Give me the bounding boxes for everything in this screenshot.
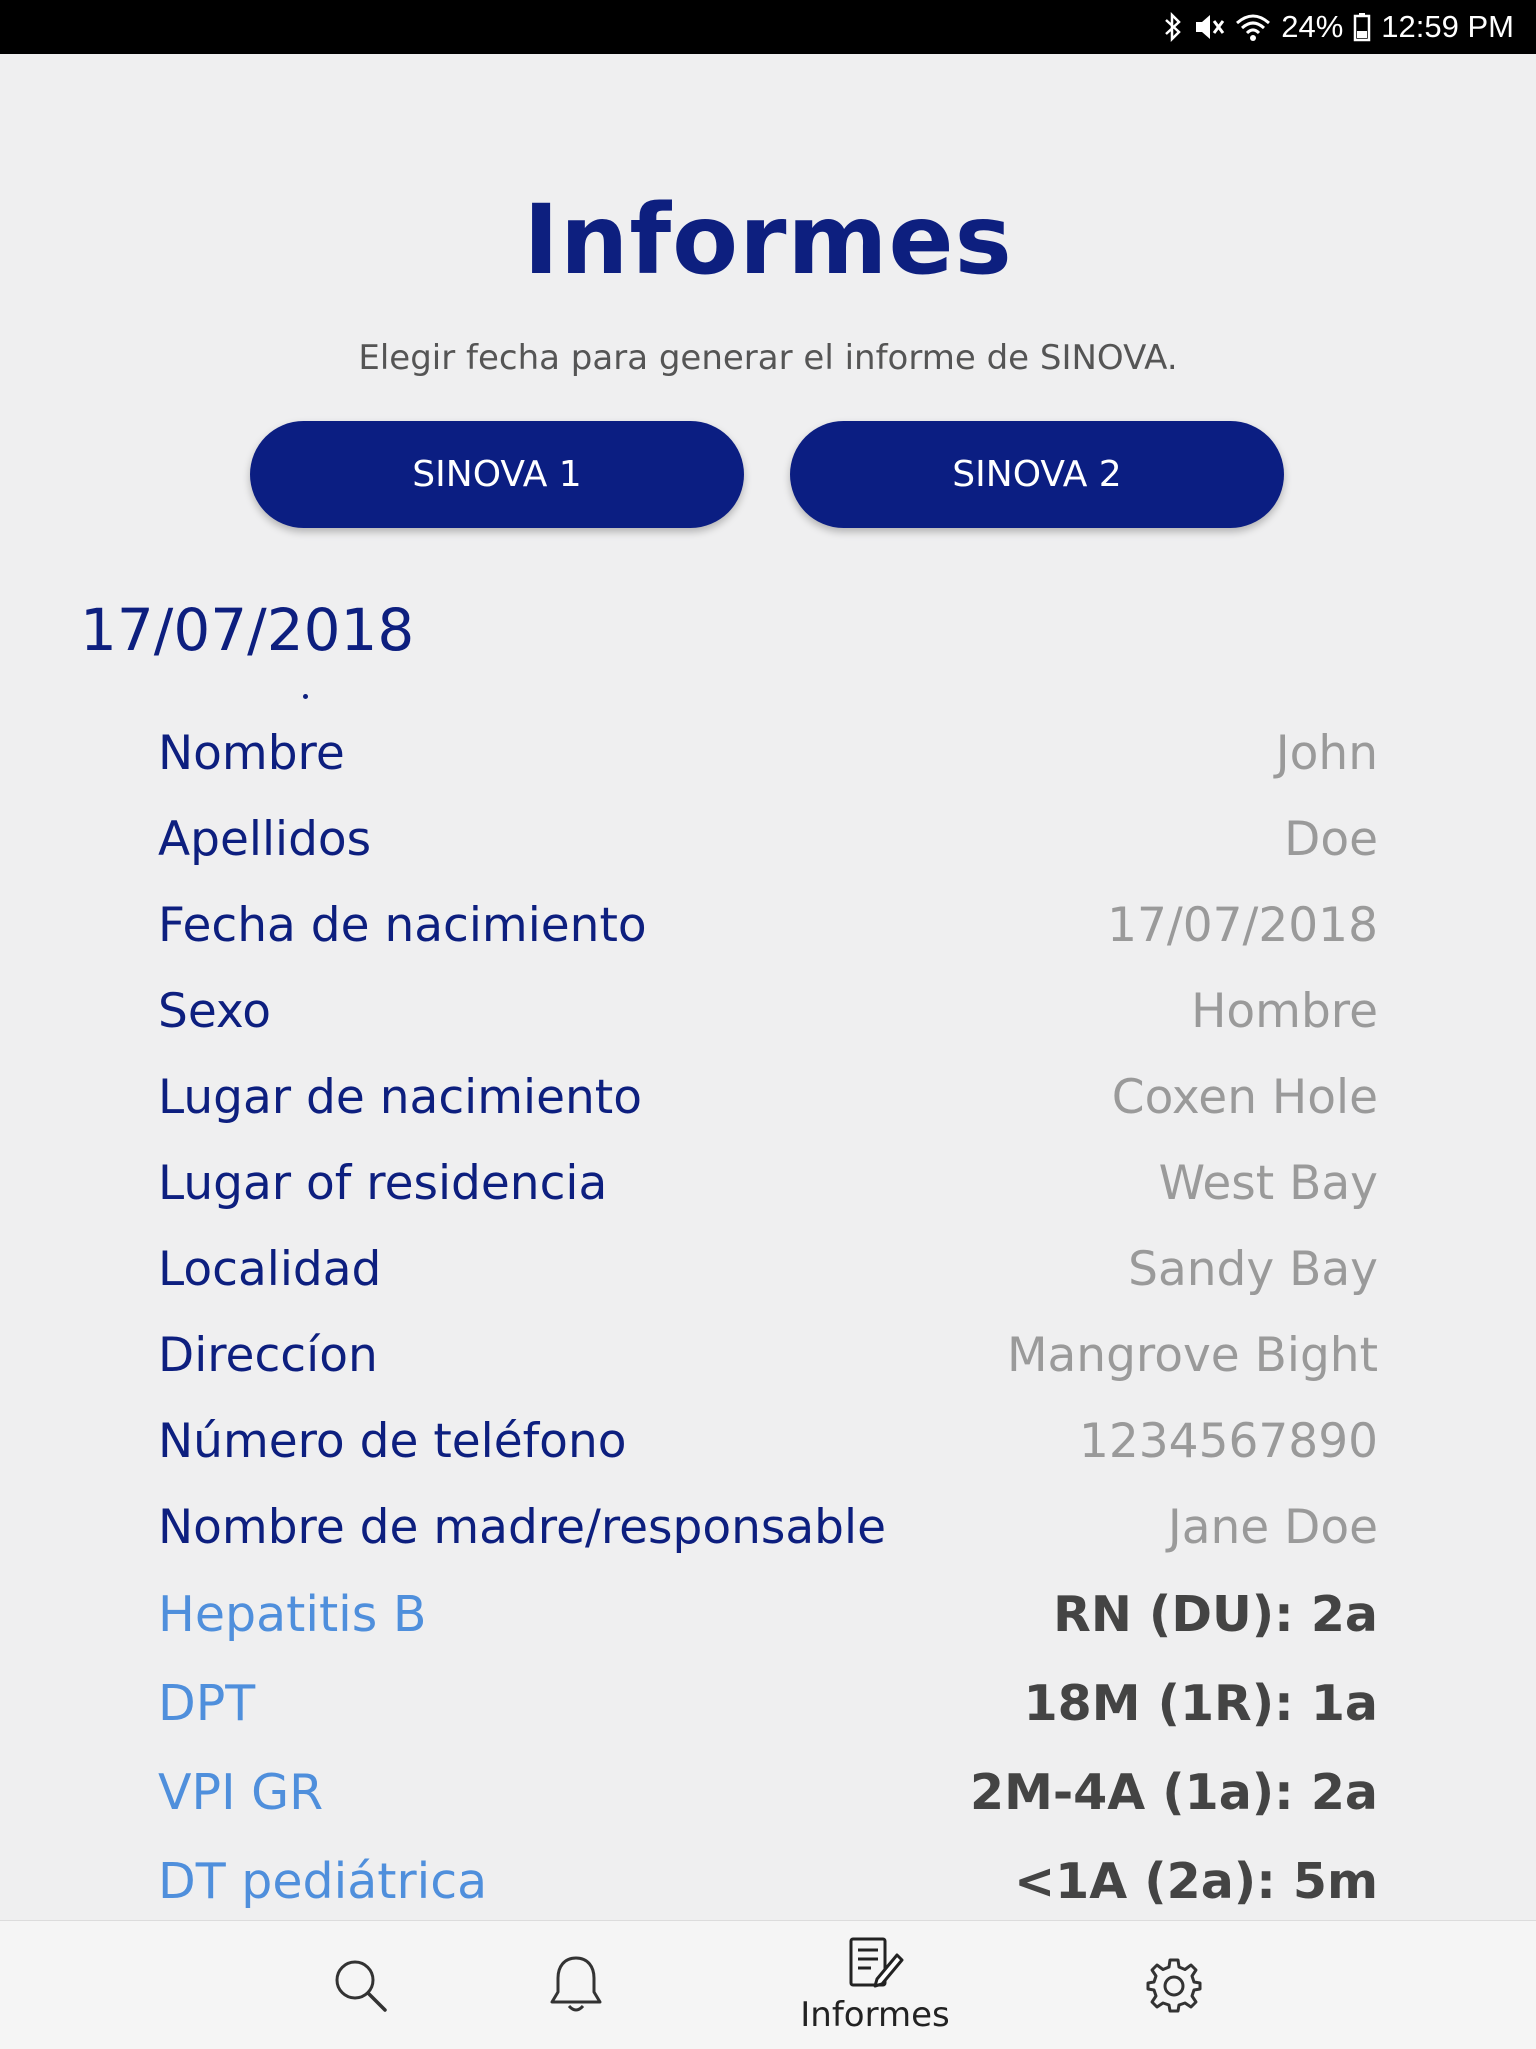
field-row-sexo: Sexo Hombre [158,968,1378,1054]
tab-settings[interactable] [1142,1921,1206,2049]
field-label: Direccíon [158,1327,378,1383]
sinova-2-button[interactable]: SINOVA 2 [790,421,1284,528]
wifi-icon [1235,12,1271,42]
battery-percent: 24% [1281,9,1344,44]
tab-informes[interactable]: Informes [790,1921,960,2049]
bluetooth-icon [1163,12,1183,42]
vaccine-row-dt-pediatrica[interactable]: DT pediátrica <1A (2a): 5m [158,1837,1378,1926]
field-value: Mangrove Bight [1006,1327,1378,1383]
status-bar: 24% 12:59 PM [0,0,1536,54]
field-row-lugar-nacimiento: Lugar de nacimiento Coxen Hole [158,1054,1378,1140]
field-value: Doe [1284,811,1378,867]
field-value: Hombre [1191,983,1378,1039]
field-label: Localidad [158,1241,382,1297]
field-label: Fecha de nacimiento [158,897,647,953]
field-row-fecha-nacimiento: Fecha de nacimiento 17/07/2018 [158,882,1378,968]
sinova-1-button[interactable]: SINOVA 1 [250,421,744,528]
vaccine-value: RN (DU): 2a [1053,1586,1378,1643]
field-value: 17/07/2018 [1107,897,1378,953]
field-row-lugar-residencia: Lugar of residencia West Bay [158,1140,1378,1226]
clock: 12:59 PM [1381,9,1514,44]
field-label: Nombre de madre/responsable [158,1499,886,1555]
vaccine-value: <1A (2a): 5m [1014,1853,1378,1910]
vaccine-row-hepatitis-b[interactable]: Hepatitis B RN (DU): 2a [158,1570,1378,1659]
field-label: Sexo [158,983,272,1039]
page-title: Informes [523,184,1013,296]
battery-icon [1353,12,1371,42]
tab-label: Informes [800,1995,950,2035]
dot-marker [303,694,308,699]
field-label: Nombre [158,725,345,781]
field-label: Apellidos [158,811,372,867]
field-row-direccion: Direccíon Mangrove Bight [158,1312,1378,1398]
vaccine-label[interactable]: DPT [158,1675,255,1732]
search-icon[interactable] [330,1955,390,2015]
field-label: Lugar of residencia [158,1155,608,1211]
gear-icon[interactable] [1144,1955,1204,2015]
vaccine-label[interactable]: DT pediátrica [158,1853,487,1910]
vaccine-label[interactable]: VPI GR [158,1764,323,1821]
mute-icon [1193,12,1225,42]
field-value: West Bay [1158,1155,1378,1211]
field-label: Número de teléfono [158,1413,627,1469]
field-value: Coxen Hole [1111,1069,1378,1125]
page-subtitle: Elegir fecha para generar el informe de … [358,338,1178,378]
vaccine-row-dpt[interactable]: DPT 18M (1R): 1a [158,1659,1378,1748]
field-value: 1234567890 [1078,1413,1378,1469]
bottom-tab-bar: Informes [0,1920,1536,2049]
vaccine-row-vpi-gr[interactable]: VPI GR 2M-4A (1a): 2a [158,1748,1378,1837]
vaccine-value: 18M (1R): 1a [1023,1675,1378,1732]
report-icon[interactable] [845,1935,905,1991]
vaccine-value: 2M-4A (1a): 2a [969,1764,1378,1821]
tab-search[interactable] [320,1921,400,2049]
field-row-apellidos: Apellidos Doe [158,796,1378,882]
field-row-localidad: Localidad Sandy Bay [158,1226,1378,1312]
report-date: 17/07/2018 [80,596,415,664]
field-row-madre: Nombre de madre/responsable Jane Doe [158,1484,1378,1570]
field-value: Sandy Bay [1128,1241,1378,1297]
field-value: Jane Doe [1167,1499,1378,1555]
field-row-nombre: Nombre John [158,710,1378,796]
bell-icon[interactable] [546,1954,606,2016]
vaccine-label[interactable]: Hepatitis B [158,1586,427,1643]
tab-notifications[interactable] [541,1921,611,2049]
report-details: Nombre John Apellidos Doe Fecha de nacim… [158,710,1378,1926]
field-row-telefono: Número de teléfono 1234567890 [158,1398,1378,1484]
field-value: John [1275,725,1378,781]
field-label: Lugar de nacimiento [158,1069,642,1125]
